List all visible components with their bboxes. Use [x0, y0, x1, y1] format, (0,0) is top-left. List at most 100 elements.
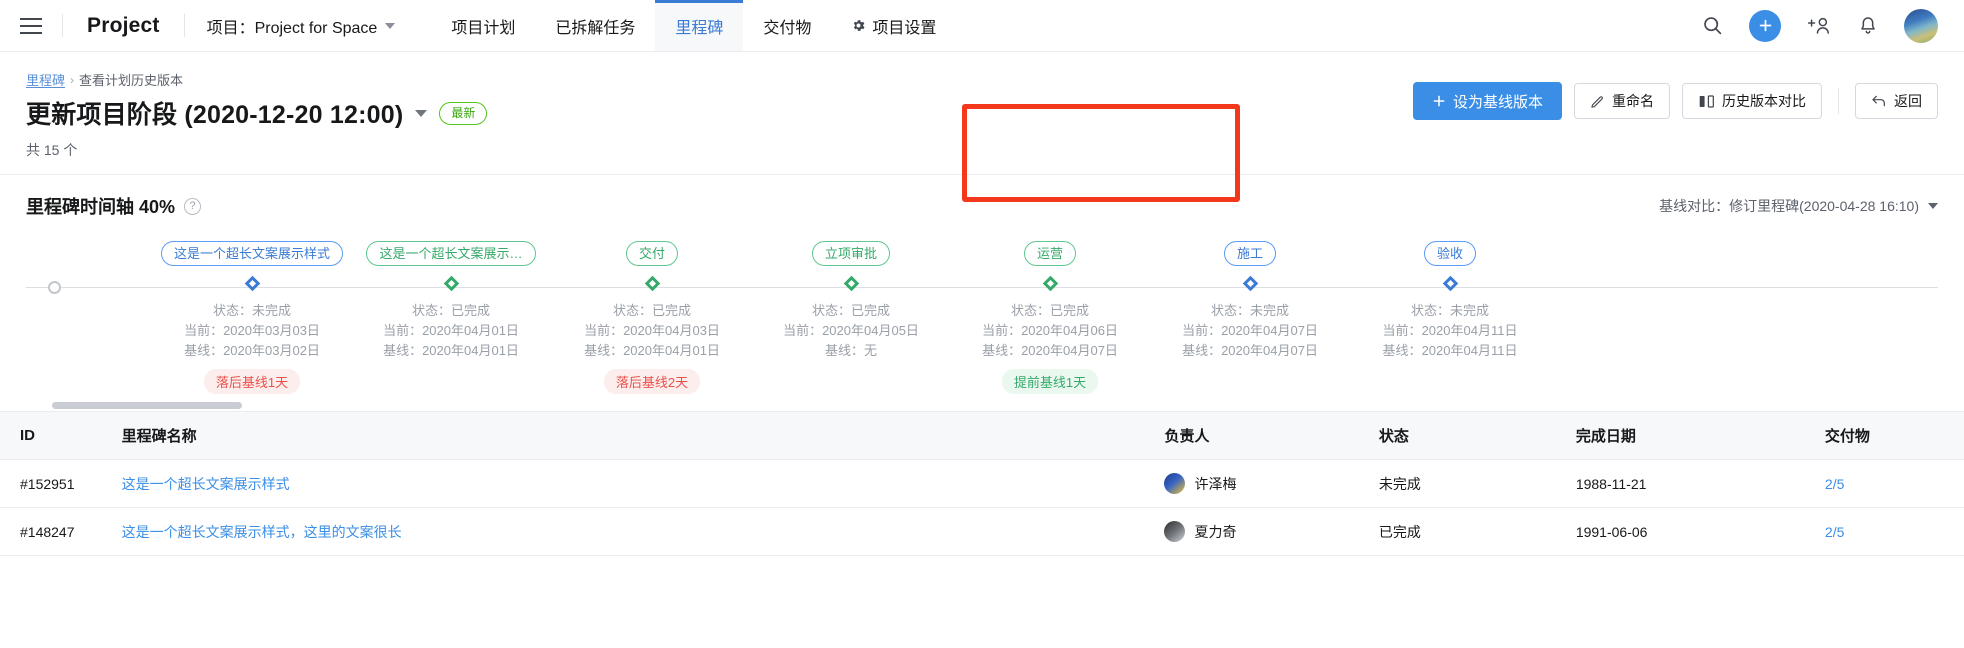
timeline-title-text: 里程碑时间轴 40%: [26, 197, 176, 217]
milestone-name-link[interactable]: 这是一个超长文案展示样式，这里的文案很长: [122, 524, 402, 540]
timeline-node[interactable]: 运营 状态：已完成 当前：2020年04月06日 基线：2020年04月07日 …: [935, 241, 1165, 394]
deliverable-link[interactable]: 2/5: [1825, 476, 1844, 492]
timeline-node[interactable]: 验收 状态：未完成 当前：2020年04月11日 基线：2020年04月11日: [1335, 241, 1565, 361]
tab-project-settings[interactable]: 项目设置: [831, 0, 956, 51]
bell-icon[interactable]: [1858, 15, 1878, 36]
table-header-row: ID 里程碑名称 负责人 状态 完成日期 交付物: [0, 411, 1964, 460]
tab-deliverables[interactable]: 交付物: [743, 0, 831, 51]
milestone-table: ID 里程碑名称 负责人 状态 完成日期 交付物 #152951 这是一个超长文…: [0, 411, 1964, 556]
current-label: 当前：: [1382, 323, 1422, 338]
status-label: 状态：: [411, 303, 451, 318]
tab-project-plan-label: 项目计划: [451, 19, 516, 37]
current-label: 当前：: [584, 323, 624, 338]
nav-left-group: Project 项目：Project for Space 项目计划 已拆解任务 …: [0, 0, 956, 51]
milestone-deviation-flag: 落后基线1天: [203, 369, 301, 394]
rename-button[interactable]: 重命名: [1574, 83, 1670, 119]
current-value: 2020年04月07日: [1221, 323, 1318, 338]
column-header-deliverable[interactable]: 交付物: [1824, 411, 1964, 460]
question-icon[interactable]: ?: [184, 197, 202, 215]
compare-versions-button[interactable]: 历史版本对比: [1682, 83, 1822, 119]
table-row[interactable]: #148247 这是一个超长文案展示样式，这里的文案很长 夏力奇 已完成 199…: [0, 507, 1964, 556]
breadcrumb-current: 查看计划历史版本: [79, 73, 184, 88]
baseline-value: 2020年04月07日: [1221, 343, 1318, 358]
milestone-diamond-icon: [1442, 275, 1458, 292]
breadcrumb-milestones-link[interactable]: 里程碑: [26, 70, 65, 89]
page-title: 更新项目阶段 (2020-12-20 12:00): [26, 101, 404, 129]
current-value: 2020年04月11日: [1421, 323, 1518, 338]
back-button[interactable]: 返回: [1855, 83, 1938, 119]
baseline-label: 基线：: [584, 343, 624, 358]
timeline-scrollbar-thumb[interactable]: [52, 402, 242, 409]
column-header-id[interactable]: ID: [0, 411, 122, 460]
owner-avatar: [1164, 473, 1186, 494]
timeline-track: 这是一个超长文案展示样式 状态：未完成 当前：2020年03月03日 基线：20…: [26, 241, 1938, 411]
milestone-chip[interactable]: 运营: [1023, 241, 1076, 266]
current-label: 当前：: [982, 323, 1022, 338]
status-value: 已完成: [651, 303, 691, 318]
tab-decomposed-tasks[interactable]: 已拆解任务: [535, 0, 655, 51]
milestone-diamond-icon: [1242, 275, 1258, 292]
timeline-node[interactable]: 施工 状态：未完成 当前：2020年04月07日 基线：2020年04月07日: [1135, 241, 1365, 361]
status-value: 未完成: [251, 303, 291, 318]
nav-right-group: [1702, 0, 1964, 51]
baseline-label: 基线：: [1382, 343, 1422, 358]
timeline-node[interactable]: 立项审批 状态：已完成 当前：2020年04月05日 基线：无: [736, 241, 966, 361]
pencil-icon: [1591, 95, 1603, 108]
milestone-diamond-icon: [843, 275, 859, 292]
owner-avatar: [1164, 521, 1186, 542]
baseline-label: 基线：: [184, 343, 224, 358]
set-baseline-button[interactable]: 设为基线版本: [1412, 82, 1562, 120]
cell-deliverable: 2/5: [1824, 507, 1964, 556]
column-header-date[interactable]: 完成日期: [1575, 411, 1825, 460]
milestone-meta: 状态：已完成 当前：2020年04月03日 基线：2020年04月01日: [584, 301, 720, 361]
table-row[interactable]: #152951 这是一个超长文案展示样式 许泽梅 未完成 1988-11-21 …: [0, 459, 1964, 508]
current-value: 2020年03月03日: [223, 323, 320, 338]
timeline-node[interactable]: 这是一个超长文案展示样式 状态：未完成 当前：2020年03月03日 基线：20…: [137, 241, 367, 394]
timeline-node[interactable]: 交付 状态：已完成 当前：2020年04月03日 基线：2020年04月01日 …: [537, 241, 767, 394]
milestone-chip[interactable]: 验收: [1423, 241, 1476, 266]
current-value: 2020年04月06日: [1021, 323, 1118, 338]
timeline-horizontal-scrollbar[interactable]: [52, 402, 1912, 409]
tab-project-settings-label: 项目设置: [872, 19, 937, 37]
milestone-chip[interactable]: 交付: [625, 241, 678, 266]
column-header-owner[interactable]: 负责人: [1164, 411, 1379, 460]
milestone-chip[interactable]: 施工: [1223, 241, 1276, 266]
status-label: 状态：: [1210, 303, 1250, 318]
milestone-chip[interactable]: 这是一个超长文案展示样式: [160, 241, 343, 266]
create-button[interactable]: [1749, 9, 1781, 42]
milestone-diamond-icon: [443, 275, 459, 292]
milestone-chip[interactable]: 立项审批: [811, 241, 890, 266]
arrow-back-icon: [1872, 95, 1885, 107]
baseline-compare-selector[interactable]: 基线对比：修订里程碑(2020-04-28 16:10): [1659, 196, 1938, 216]
milestone-name-link[interactable]: 这是一个超长文案展示样式: [122, 476, 290, 492]
plus-icon: [1433, 95, 1445, 107]
header-action-buttons: 设为基线版本 重命名 历史版本对比 返回: [1412, 82, 1938, 120]
milestone-meta: 状态：已完成 当前：2020年04月06日 基线：2020年04月07日: [982, 301, 1118, 361]
timeline-header: 里程碑时间轴 40% ? 基线对比：修订里程碑(2020-04-28 16:10…: [26, 193, 1938, 219]
milestone-chip[interactable]: 这是一个超长文案展示…: [366, 241, 536, 266]
tab-project-plan[interactable]: 项目计划: [431, 0, 535, 51]
hamburger-menu-icon[interactable]: [0, 0, 62, 51]
add-user-icon[interactable]: [1807, 15, 1832, 36]
milestone-table-body: #152951 这是一个超长文案展示样式 许泽梅 未完成 1988-11-21 …: [0, 459, 1964, 556]
tab-milestones[interactable]: 里程碑: [655, 0, 744, 51]
milestone-meta: 状态：未完成 当前：2020年04月11日 基线：2020年04月11日: [1383, 301, 1518, 361]
brand-logo[interactable]: Project: [63, 0, 184, 51]
status-label: 状态：: [612, 303, 652, 318]
gear-icon: [854, 20, 865, 31]
search-icon[interactable]: [1702, 15, 1723, 36]
baseline-label: 基线：: [1182, 343, 1222, 358]
version-chevron-down-icon[interactable]: [415, 109, 428, 117]
milestone-diamond-icon: [244, 275, 260, 292]
deliverable-link[interactable]: 2/5: [1825, 524, 1844, 540]
set-baseline-label: 设为基线版本: [1452, 93, 1543, 111]
user-avatar[interactable]: [1904, 8, 1938, 43]
timeline-node[interactable]: 这是一个超长文案展示… 状态：已完成 当前：2020年04月01日 基线：202…: [336, 241, 566, 361]
baseline-value: 2020年04月07日: [1021, 343, 1118, 358]
column-header-name[interactable]: 里程碑名称: [121, 411, 1165, 460]
current-label: 当前：: [1182, 323, 1222, 338]
project-selector[interactable]: 项目：Project for Space: [185, 0, 418, 51]
baseline-label: 基线：: [824, 343, 864, 358]
column-header-status[interactable]: 状态: [1378, 411, 1576, 460]
milestone-diamond-icon: [644, 275, 660, 292]
